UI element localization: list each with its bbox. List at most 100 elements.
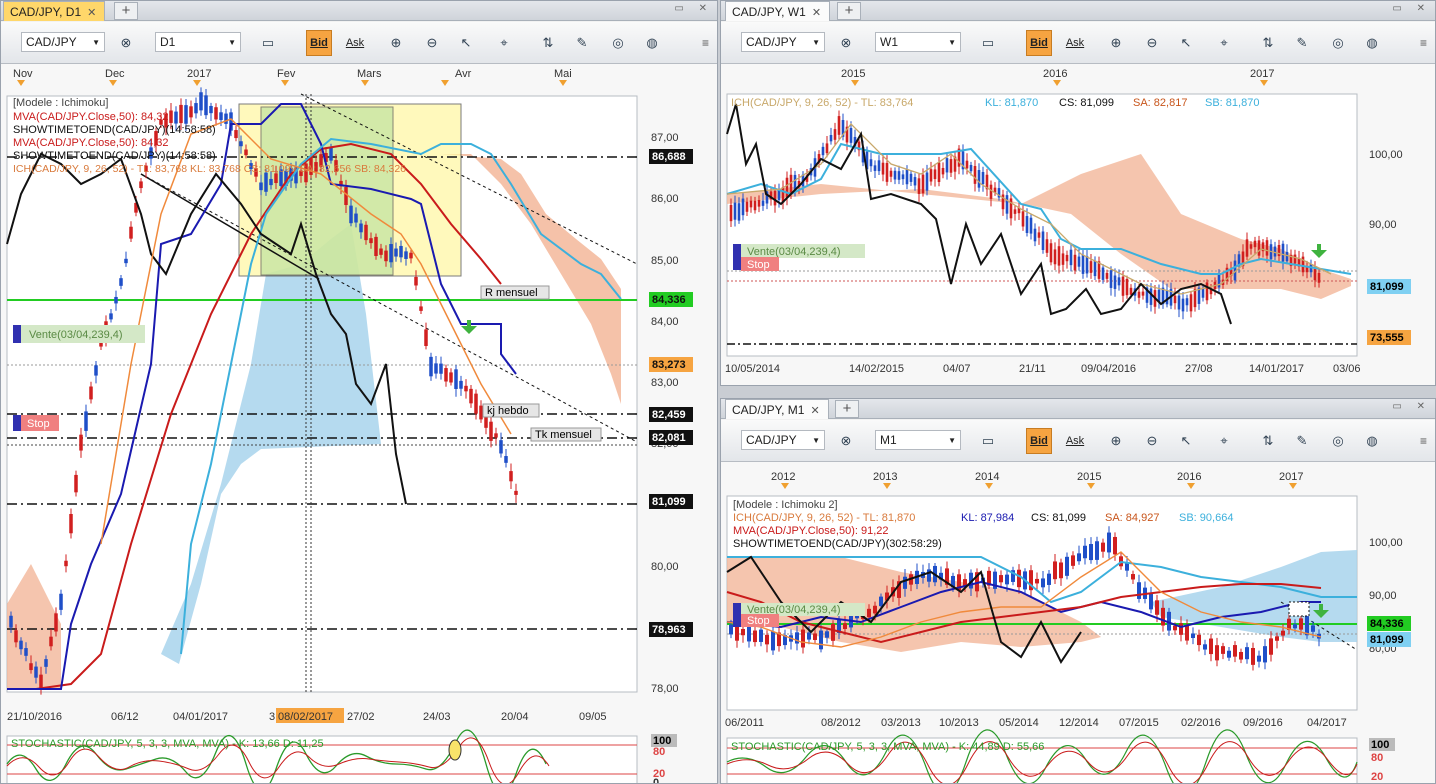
candle xyxy=(264,172,268,192)
drawing-icon[interactable]: ✎ xyxy=(1289,30,1315,56)
drawing-icon[interactable]: ✎ xyxy=(569,30,595,56)
zoom-out-icon[interactable]: ⊖ xyxy=(419,30,445,56)
timeframe-select[interactable]: W1 ▼ xyxy=(875,32,961,52)
menu-icon[interactable]: ≡ xyxy=(1420,434,1427,448)
crosshair-icon[interactable]: ⌖ xyxy=(491,30,517,56)
d1-tab[interactable]: CAD/JPY, D1 ✕ xyxy=(3,1,106,21)
axis-label: 2013 xyxy=(873,471,897,483)
candle xyxy=(19,640,23,650)
vente-order-label[interactable]: Vente(03/04,239,4) xyxy=(13,325,145,343)
axis-label: 04/07 xyxy=(943,363,971,375)
candle xyxy=(829,134,833,142)
stoch-tick: 20 xyxy=(1371,771,1383,783)
zoom-out-icon[interactable]: ⊖ xyxy=(1139,30,1165,56)
price-flag: 86,688 xyxy=(652,151,686,163)
indicator-icon[interactable]: ⇅ xyxy=(1255,30,1281,56)
link-icon[interactable]: ⊗ xyxy=(833,428,859,454)
candle xyxy=(1215,645,1219,661)
w1-chart[interactable]: 2015 2016 2017 ICH(CAD/JPY, 9, 26, 52) -… xyxy=(721,64,1435,386)
candle xyxy=(925,172,929,191)
candle xyxy=(1201,288,1205,298)
zoom-in-icon[interactable]: ⊕ xyxy=(1103,428,1129,454)
symbol-select[interactable]: CAD/JPY ▼ xyxy=(21,32,105,52)
close-icon[interactable]: ✕ xyxy=(810,405,819,417)
annotation-kj-hebdo[interactable]: kj hebdo xyxy=(482,403,540,418)
window-buttons[interactable]: ▭ ✕ xyxy=(1392,401,1431,412)
link-icon[interactable]: ⊗ xyxy=(113,30,139,56)
d1-chart[interactable]: Nov Dec 2017 Fev Mars Avr Mai [Modele: … xyxy=(1,64,717,784)
symbol-select[interactable]: CAD/JPY ▼ xyxy=(741,32,825,52)
globe-icon[interactable]: ◍ xyxy=(1359,30,1385,56)
w1-tab[interactable]: CAD/JPY, W1 ✕ xyxy=(725,1,831,21)
m1-chart-window: CAD/JPY, M1 ✕ + ▭ ✕ CAD/JPY ▼ ⊗ M1 ▼ ▭ Bid … xyxy=(720,398,1436,784)
globe-icon[interactable]: ◍ xyxy=(1359,428,1385,454)
link-icon[interactable]: ⊗ xyxy=(833,30,859,56)
chart-type-icon[interactable]: ▭ xyxy=(975,428,1001,454)
crosshair-icon[interactable]: ⌖ xyxy=(1211,428,1237,454)
candle xyxy=(1065,254,1069,262)
candle xyxy=(753,630,757,643)
candle xyxy=(114,296,118,304)
ask-button[interactable]: Ask xyxy=(342,30,368,56)
timeframe-select[interactable]: M1 ▼ xyxy=(875,430,961,450)
cursor-icon[interactable]: ↖ xyxy=(453,30,479,56)
timeframe-select[interactable]: D1 ▼ xyxy=(155,32,241,52)
stop-order-label[interactable]: Stop xyxy=(13,415,59,431)
zoom-out-icon[interactable]: ⊖ xyxy=(1139,428,1165,454)
indicator-icon[interactable]: ⇅ xyxy=(535,30,561,56)
symbol-select[interactable]: CAD/JPY ▼ xyxy=(741,430,825,450)
annotation-r-mensuel[interactable]: R mensuel xyxy=(480,285,550,300)
cursor-icon[interactable]: ↖ xyxy=(1173,30,1199,56)
crosshair-icon[interactable]: ⌖ xyxy=(1211,30,1237,56)
legend-ichimoku: ICH(CAD/JPY, 9, 26, 52) - TL: 83,768 KL:… xyxy=(13,163,406,175)
bid-button[interactable]: Bid xyxy=(1026,30,1052,56)
zoom-in-icon[interactable]: ⊕ xyxy=(1103,30,1129,56)
candle xyxy=(1071,555,1075,566)
m1-tab-title: CAD/JPY, M1 xyxy=(732,403,805,417)
candle xyxy=(747,626,751,642)
chart-type-icon[interactable]: ▭ xyxy=(255,30,281,56)
close-icon[interactable]: ✕ xyxy=(87,7,96,19)
w1-tab-bar: CAD/JPY, W1 ✕ + ▭ ✕ xyxy=(721,1,1435,21)
bid-button[interactable]: Bid xyxy=(306,30,332,56)
m1-chart[interactable]: 2012 2013 2014 2015 2016 2017 [Modele : … xyxy=(721,462,1435,784)
price-flag: 84,336 xyxy=(652,294,686,306)
template-icon[interactable]: ◎ xyxy=(605,30,631,56)
cursor-icon[interactable]: ↖ xyxy=(1173,428,1199,454)
legend-mva: MVA(CAD/JPY.Close,50): 84,32 xyxy=(13,111,169,123)
indicator-icon[interactable]: ⇅ xyxy=(1255,428,1281,454)
globe-icon[interactable]: ◍ xyxy=(639,30,665,56)
m1-tab[interactable]: CAD/JPY, M1 ✕ xyxy=(725,399,829,419)
chart-type-icon[interactable]: ▭ xyxy=(975,30,1001,56)
add-tab-button[interactable]: + xyxy=(837,2,861,20)
candle xyxy=(941,167,945,175)
stop-order-label[interactable]: Stop xyxy=(741,614,779,627)
candle xyxy=(825,631,829,638)
price-flag: 82,459 xyxy=(652,409,686,421)
template-icon[interactable]: ◎ xyxy=(1325,428,1351,454)
zoom-in-icon[interactable]: ⊕ xyxy=(383,30,409,56)
ask-button[interactable]: Ask xyxy=(1062,428,1088,454)
stop-order-label[interactable]: Stop xyxy=(741,257,779,271)
candle xyxy=(981,172,985,185)
candle xyxy=(1121,276,1125,296)
window-buttons[interactable]: ▭ ✕ xyxy=(674,3,713,14)
w1-legend: ICH(CAD/JPY, 9, 26, 52) - TL: 83,764 KL:… xyxy=(731,97,1259,109)
symbol-value: CAD/JPY xyxy=(26,35,77,49)
axis-label: Fev xyxy=(277,68,296,80)
price-tick: 86,00 xyxy=(651,193,679,205)
add-tab-button[interactable]: + xyxy=(114,2,138,20)
price-tick: 100,00 xyxy=(1369,537,1403,549)
drawing-icon[interactable]: ✎ xyxy=(1289,428,1315,454)
close-icon[interactable]: ✕ xyxy=(812,7,821,19)
window-buttons[interactable]: ▭ ✕ xyxy=(1392,3,1431,14)
annotation-tk-mensuel[interactable]: Tk mensuel xyxy=(530,427,602,442)
template-icon[interactable]: ◎ xyxy=(1325,30,1351,56)
ask-button[interactable]: Ask xyxy=(1062,30,1088,56)
add-tab-button[interactable]: + xyxy=(835,400,859,418)
menu-icon[interactable]: ≡ xyxy=(1420,36,1427,50)
candle xyxy=(1047,573,1051,585)
axis-label: Mars xyxy=(357,68,382,80)
menu-icon[interactable]: ≡ xyxy=(702,36,709,50)
bid-button[interactable]: Bid xyxy=(1026,428,1052,454)
